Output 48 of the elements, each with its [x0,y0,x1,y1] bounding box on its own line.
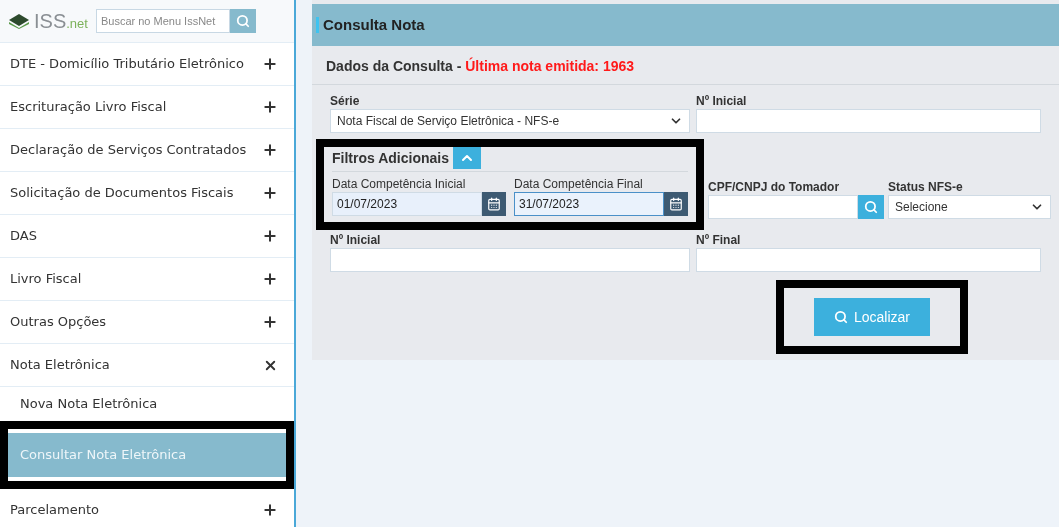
plus-icon [262,314,278,330]
field-label: Série [330,93,361,109]
date-field[interactable]: 31/07/2023 [514,192,664,216]
field-label: Nº Inicial [330,232,382,248]
field-label: Data Competência Inicial [332,176,467,192]
text-field[interactable] [696,109,1041,133]
plus-icon [262,56,278,72]
calendar-icon [669,197,683,211]
text-field[interactable] [708,195,858,219]
sidebar-item[interactable]: DAS [0,215,294,258]
search-button[interactable] [858,195,884,219]
calendar-button[interactable] [482,192,506,216]
sidebar-item[interactable]: Declaração de Serviços Contratados [0,129,294,172]
calendar-button[interactable] [664,192,688,216]
search-icon [834,310,848,324]
plus-icon [262,502,278,518]
plus-icon [262,228,278,244]
status-select[interactable]: Selecione [888,195,1051,219]
search-field[interactable]: Buscar no Menu IssNet [95,9,230,33]
calendar-icon [487,197,501,211]
sidebar-item[interactable]: Outras Opções [0,301,294,344]
plus-icon [262,185,278,201]
sidebar-item[interactable]: Parcelamento [0,489,294,527]
logo: ISS.net [34,9,88,34]
field-label: CPF/CNPJ do Tomador [708,179,841,195]
plus-icon [262,99,278,115]
field-label: Data Competência Final [514,176,644,192]
search-icon [864,200,878,214]
search-button[interactable] [229,9,256,33]
search-icon [235,14,250,28]
date-field[interactable]: 01/07/2023 [332,192,482,216]
text-field[interactable] [696,248,1041,272]
panel-title: Consulta Nota [323,14,425,35]
sidebar-item[interactable]: Livro Fiscal [0,258,294,301]
plus-icon [262,271,278,287]
sidebar-item[interactable]: Solicitação de Documentos Fiscais [0,172,294,215]
sidebar-item[interactable]: DTE - Domicílio Tributário Eletrônico [0,43,294,86]
field-label: Nº Inicial [696,93,748,109]
field-label: Status NFS-e [888,179,964,195]
section-title: Dados da Consulta - Última nota emitida: 1963 [326,58,635,74]
filters-title: Filtros Adicionais [332,148,449,168]
field-label: Nº Final [696,232,742,248]
sidebar-item[interactable]: Escrituração Livro Fiscal [0,86,294,129]
text-field[interactable] [330,248,690,272]
collapse-button[interactable] [452,147,481,169]
plus-icon [262,142,278,158]
logo-icon [8,13,30,29]
serie-select[interactable]: Nota Fiscal de Serviço Eletrônica - NFS-e [330,109,690,133]
